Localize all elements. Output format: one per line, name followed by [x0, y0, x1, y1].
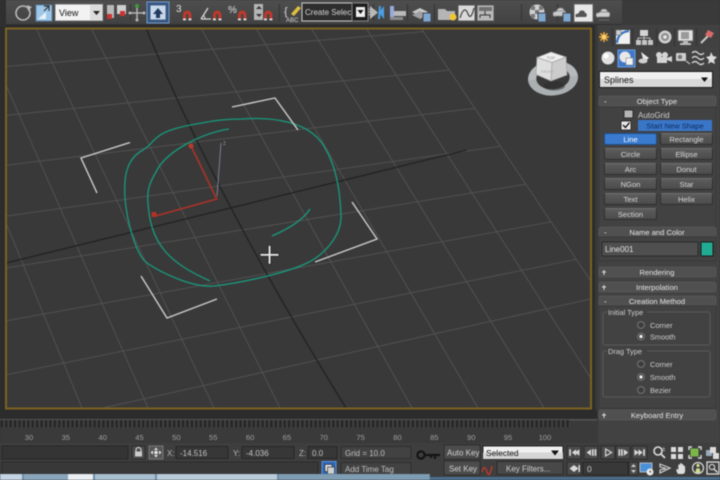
svg-text:Z:: Z: [299, 449, 306, 458]
svg-text:Smooth: Smooth [650, 373, 675, 382]
svg-text:Corner: Corner [650, 321, 673, 330]
svg-text:-4.036: -4.036 [246, 449, 269, 458]
svg-text:Add Time Tag: Add Time Tag [345, 465, 394, 474]
svg-text:50: 50 [172, 433, 180, 442]
svg-text:Grid = 10.0: Grid = 10.0 [345, 449, 385, 458]
svg-text:TOP: TOP [547, 56, 556, 61]
svg-text:40: 40 [98, 433, 106, 442]
svg-text:Drag Type: Drag Type [608, 347, 642, 356]
svg-text:Key Filters...: Key Filters... [506, 464, 550, 473]
svg-text:-: - [604, 297, 607, 306]
svg-text:45: 45 [135, 433, 143, 442]
svg-text:60: 60 [246, 433, 254, 442]
svg-text:55: 55 [209, 433, 217, 442]
svg-text:FRONT: FRONT [541, 70, 555, 74]
svg-text:Y:: Y: [233, 449, 240, 458]
svg-text:0.0: 0.0 [312, 449, 324, 458]
svg-text:Set Key: Set Key [449, 465, 477, 474]
svg-text:70: 70 [320, 433, 328, 442]
svg-text:Smooth: Smooth [650, 333, 675, 342]
svg-text:Name and Color: Name and Color [629, 228, 685, 237]
svg-text:Selected: Selected [486, 448, 519, 458]
svg-text:X:: X: [167, 449, 175, 458]
svg-text:75: 75 [356, 433, 364, 442]
svg-text:65: 65 [283, 433, 291, 442]
svg-text:Line001: Line001 [605, 245, 634, 254]
svg-text:Rendering: Rendering [639, 268, 674, 277]
svg-text:-14.516: -14.516 [180, 449, 208, 458]
svg-text:Corner: Corner [650, 360, 673, 369]
svg-text:z: z [223, 141, 226, 147]
svg-text:Bezier: Bezier [650, 386, 671, 395]
svg-text:80: 80 [393, 433, 401, 442]
svg-text:Auto Key: Auto Key [447, 449, 479, 458]
svg-text:35: 35 [62, 433, 70, 442]
svg-text:0: 0 [587, 464, 592, 474]
svg-text:100: 100 [539, 433, 552, 442]
svg-text:95: 95 [504, 433, 512, 442]
svg-text:90: 90 [467, 433, 475, 442]
svg-text:30: 30 [25, 433, 33, 442]
svg-text:Interpolation: Interpolation [636, 283, 678, 292]
svg-text:-: - [604, 228, 607, 237]
svg-text:Creation Method: Creation Method [629, 297, 685, 306]
svg-text:Initial Type: Initial Type [608, 308, 643, 317]
svg-text:85: 85 [430, 433, 438, 442]
